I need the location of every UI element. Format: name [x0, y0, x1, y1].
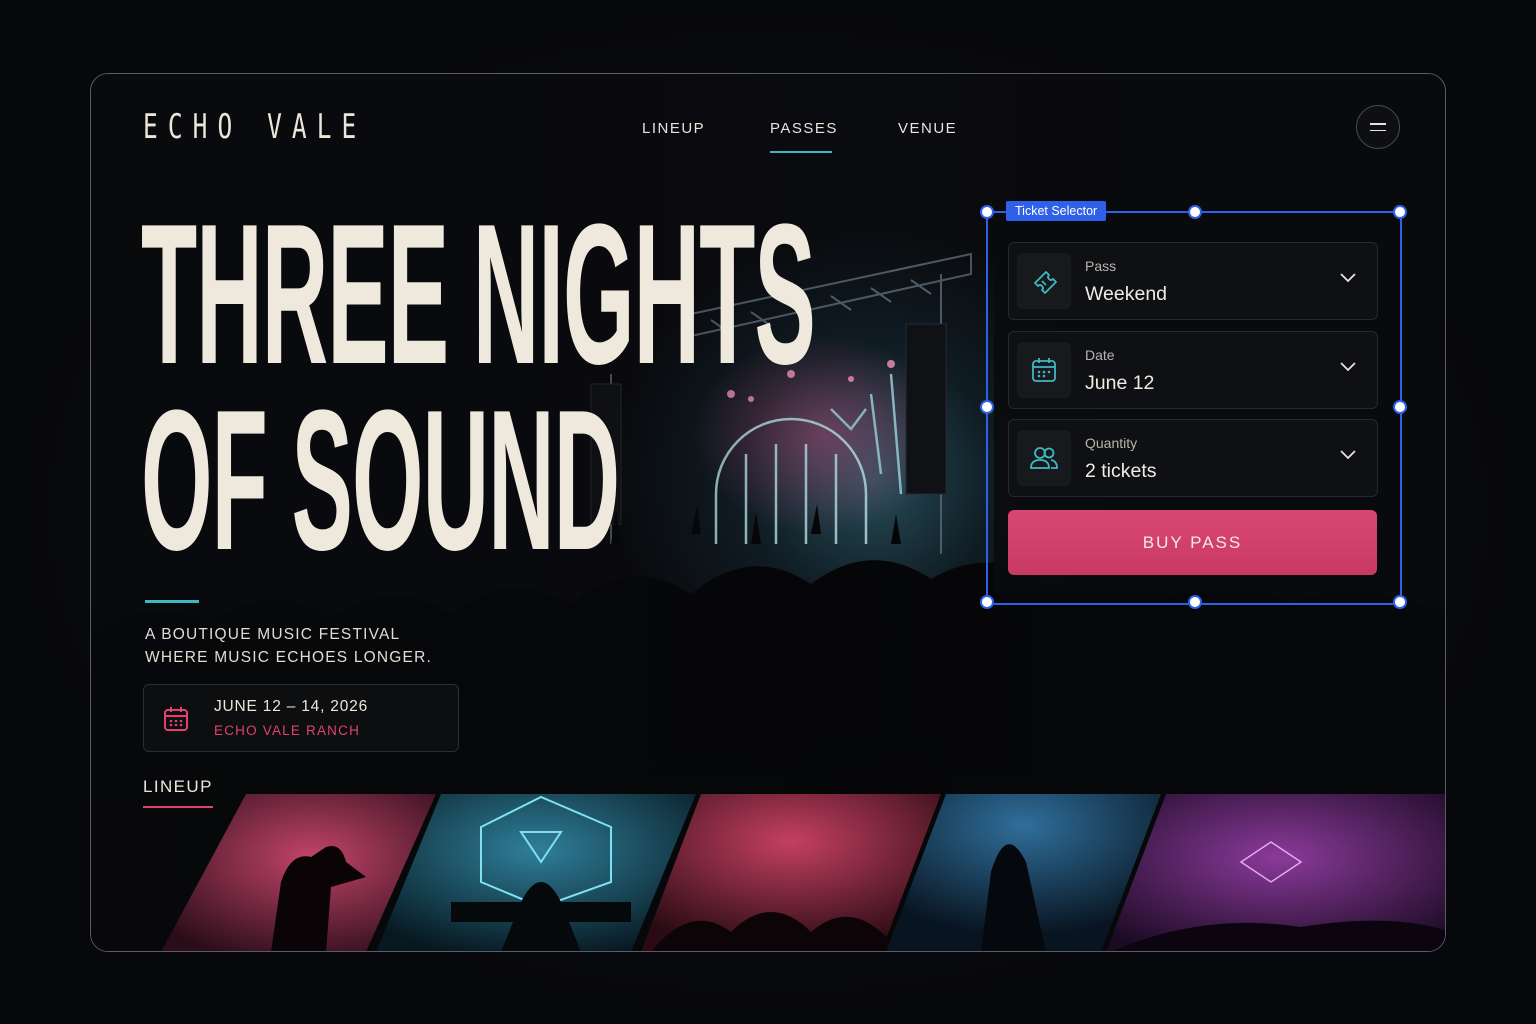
- page-frame: ECHO VALE LINEUP PASSES VENUE THREE NIGH…: [90, 73, 1446, 952]
- headline-line-1: THREE NIGHTS: [141, 183, 816, 406]
- resize-handle-tm[interactable]: [1188, 205, 1202, 219]
- event-location: ECHO VALE RANCH: [214, 723, 361, 738]
- quantity-select[interactable]: Quantity 2 tickets: [1008, 419, 1378, 497]
- nav-venue[interactable]: VENUE: [898, 120, 957, 153]
- resize-handle-tr[interactable]: [1393, 205, 1407, 219]
- nav-passes[interactable]: PASSES: [770, 120, 836, 153]
- chevron-down-icon: [1340, 450, 1356, 460]
- date-label: Date: [1085, 347, 1115, 363]
- resize-handle-bl[interactable]: [980, 595, 994, 609]
- hero-tagline: A BOUTIQUE MUSIC FESTIVAL WHERE MUSIC EC…: [145, 623, 432, 669]
- menu-button[interactable]: [1356, 105, 1400, 149]
- resize-handle-br[interactable]: [1393, 595, 1407, 609]
- pass-value: Weekend: [1085, 283, 1168, 305]
- ticket-icon: [1034, 271, 1057, 294]
- chevron-down-icon: [1340, 273, 1356, 283]
- lineup-gallery: [161, 794, 1446, 952]
- resize-handle-mr[interactable]: [1393, 400, 1407, 414]
- lineup-section-title: LINEUP: [143, 777, 213, 808]
- tagline-line-1: A BOUTIQUE MUSIC FESTIVAL: [145, 626, 401, 643]
- nav-lineup[interactable]: LINEUP: [642, 120, 770, 153]
- lineup-card-5[interactable]: [1106, 794, 1446, 952]
- calendar-icon: [164, 707, 188, 731]
- brand-logo[interactable]: ECHO VALE: [143, 107, 366, 147]
- date-select[interactable]: Date June 12: [1008, 331, 1378, 409]
- main-nav: LINEUP PASSES VENUE: [642, 120, 957, 153]
- users-icon: [1030, 447, 1058, 469]
- headline-line-2: OF SOUND: [141, 369, 620, 592]
- resize-handle-bm[interactable]: [1188, 595, 1202, 609]
- resize-handle-tl[interactable]: [980, 205, 994, 219]
- hero-headline: THREE NIGHTS OF SOUND: [141, 183, 816, 592]
- pass-label: Pass: [1085, 258, 1117, 274]
- event-date-card: JUNE 12 – 14, 2026 ECHO VALE RANCH: [143, 684, 459, 752]
- resize-handle-ml[interactable]: [980, 400, 994, 414]
- pass-select[interactable]: Pass Weekend: [1008, 242, 1378, 320]
- hamburger-icon: [1370, 121, 1386, 134]
- tagline-line-2: WHERE MUSIC ECHOES LONGER.: [145, 649, 432, 666]
- buy-pass-button[interactable]: BUY PASS: [1008, 510, 1377, 575]
- selection-label: Ticket Selector: [1006, 201, 1107, 221]
- date-value: June 12: [1085, 372, 1155, 394]
- calendar-icon: [1032, 358, 1056, 382]
- accent-divider: [145, 600, 199, 603]
- chevron-down-icon: [1340, 362, 1356, 372]
- quantity-value: 2 tickets: [1085, 460, 1157, 482]
- quantity-label: Quantity: [1085, 435, 1138, 451]
- event-dates: JUNE 12 – 14, 2026: [214, 698, 368, 715]
